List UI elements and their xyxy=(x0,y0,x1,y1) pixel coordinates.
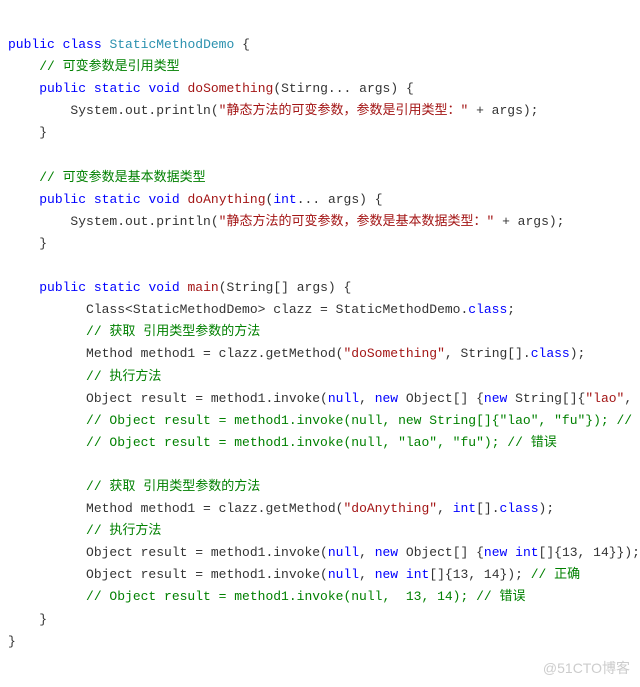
comment: // 正确 xyxy=(531,567,580,582)
kw-new: new xyxy=(375,567,398,582)
kw-new: new xyxy=(375,391,398,406)
kw-class: class xyxy=(63,37,102,52)
kw-void: void xyxy=(148,192,179,207)
text: (Stirng... args) { xyxy=(273,81,413,96)
string: "静态方法的可变参数，参数是引用类型：" xyxy=(219,103,469,118)
text: , String[]. xyxy=(445,346,531,361)
brace: } xyxy=(8,634,16,649)
text: []{13, 14}}); xyxy=(539,545,640,560)
text: String[]{ xyxy=(507,391,585,406)
text: Object[] { xyxy=(398,391,484,406)
kw-public: public xyxy=(39,81,86,96)
text: Object result = method1.invoke( xyxy=(86,391,328,406)
text: + args); xyxy=(494,214,564,229)
kw-class: class xyxy=(500,501,539,516)
text: System.out.println( xyxy=(70,214,218,229)
comment: // 可变参数是基本数据类型 xyxy=(39,170,205,185)
comment: // 执行方法 xyxy=(86,523,161,538)
text: Object[] { xyxy=(398,545,484,560)
comment: // 执行方法 xyxy=(86,369,161,384)
kw-public: public xyxy=(39,192,86,207)
text: Object result = method1.invoke( xyxy=(86,545,328,560)
kw-new: new xyxy=(484,545,507,560)
text: System.out.println( xyxy=(70,103,218,118)
text: Method method1 = clazz.getMethod( xyxy=(86,501,343,516)
watermark: @51CTO博客 xyxy=(543,657,630,681)
text: , xyxy=(359,391,375,406)
text: { xyxy=(234,37,250,52)
comment: // 获取 引用类型参数的方法 xyxy=(86,479,260,494)
kw-public: public xyxy=(39,280,86,295)
text: + args); xyxy=(468,103,538,118)
comment: // Object result = method1.invoke(null, … xyxy=(86,413,640,428)
method-name: main xyxy=(188,280,219,295)
text: ); xyxy=(570,346,586,361)
text: Class<StaticMethodDemo> clazz = StaticMe… xyxy=(86,302,468,317)
kw-void: void xyxy=(148,280,179,295)
kw-class: class xyxy=(468,302,507,317)
brace: } xyxy=(39,612,47,627)
kw-int: int xyxy=(515,545,538,560)
string: "doAnything" xyxy=(343,501,437,516)
comment: // Object result = method1.invoke(null, … xyxy=(86,589,525,604)
kw-null: null xyxy=(328,567,359,582)
kw-new: new xyxy=(484,391,507,406)
kw-class: class xyxy=(531,346,570,361)
text: []. xyxy=(476,501,499,516)
method-name: doAnything xyxy=(188,192,266,207)
string: "doSomething" xyxy=(343,346,444,361)
text xyxy=(398,567,406,582)
text: , xyxy=(624,391,640,406)
kw-static: static xyxy=(94,81,141,96)
comment: // 可变参数是引用类型 xyxy=(39,59,179,74)
text: , xyxy=(359,545,375,560)
text: ... args) { xyxy=(297,192,383,207)
kw-static: static xyxy=(94,192,141,207)
method-name: doSomething xyxy=(188,81,274,96)
text: (String[] args) { xyxy=(219,280,352,295)
text: Method method1 = clazz.getMethod( xyxy=(86,346,343,361)
text xyxy=(507,545,515,560)
text: ); xyxy=(539,501,555,516)
kw-int: int xyxy=(406,567,429,582)
text: ; xyxy=(507,302,515,317)
brace: } xyxy=(39,236,47,251)
text: Object result = method1.invoke( xyxy=(86,567,328,582)
class-name: StaticMethodDemo xyxy=(109,37,234,52)
code-block: public class StaticMethodDemo { // 可变参数是… xyxy=(0,0,640,687)
string: "静态方法的可变参数，参数是基本数据类型：" xyxy=(219,214,495,229)
brace: } xyxy=(39,125,47,140)
kw-public: public xyxy=(8,37,55,52)
text: , xyxy=(359,567,375,582)
kw-int: int xyxy=(453,501,476,516)
kw-static: static xyxy=(94,280,141,295)
string: "lao" xyxy=(585,391,624,406)
text: , xyxy=(437,501,453,516)
kw-void: void xyxy=(148,81,179,96)
kw-null: null xyxy=(328,391,359,406)
kw-new: new xyxy=(375,545,398,560)
kw-null: null xyxy=(328,545,359,560)
comment: // Object result = method1.invoke(null, … xyxy=(86,435,557,450)
text: []{13, 14}); xyxy=(429,567,530,582)
comment: // 获取 引用类型参数的方法 xyxy=(86,324,260,339)
kw-int: int xyxy=(273,192,296,207)
